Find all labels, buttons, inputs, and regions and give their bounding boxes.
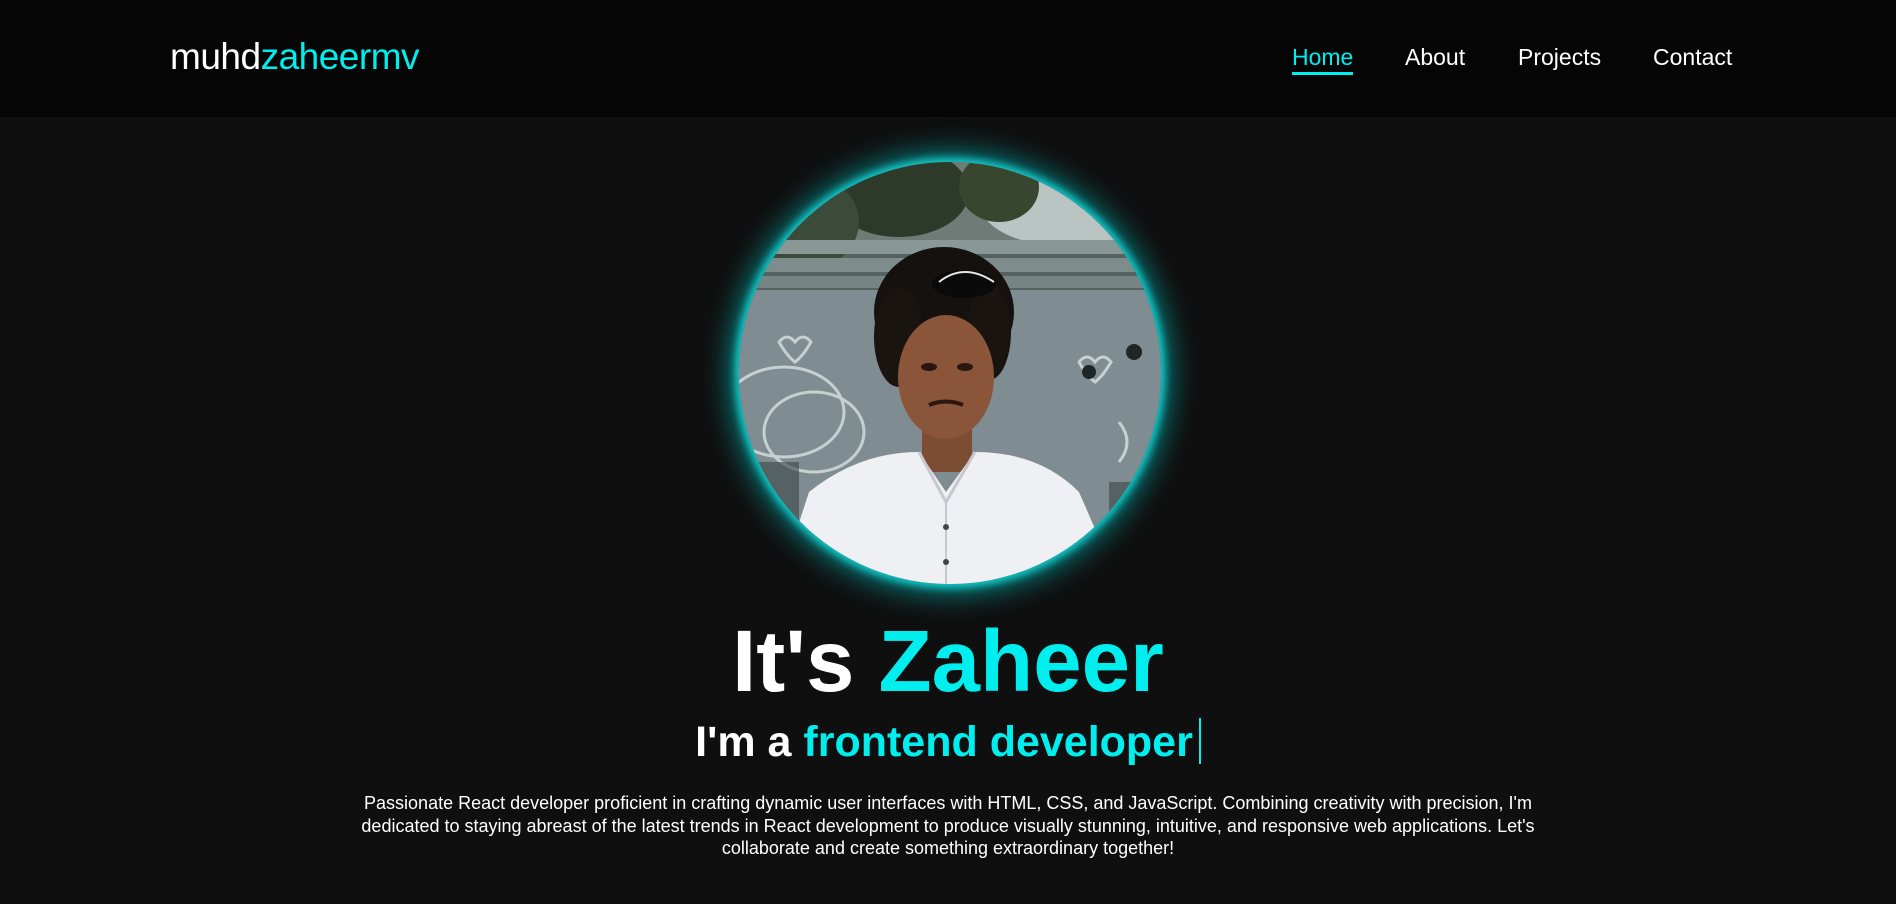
nav-projects[interactable]: Projects bbox=[1518, 43, 1601, 71]
profile-avatar bbox=[739, 162, 1161, 584]
main-nav: Home About Projects Contact bbox=[0, 43, 1896, 77]
nav-about[interactable]: About bbox=[1405, 43, 1465, 71]
nav-home[interactable]: Home bbox=[1292, 43, 1354, 75]
hero-description: Passionate React developer proficient in… bbox=[361, 793, 1535, 858]
site-header: muhdzaheermv Home About Projects Contact bbox=[0, 0, 1896, 117]
typing-cursor bbox=[1198, 718, 1201, 764]
hero-subtitle-prefix: I'm a bbox=[695, 718, 792, 766]
hero-subtitle-role: frontend developer bbox=[803, 718, 1193, 766]
profile-photo bbox=[739, 162, 1161, 584]
hero-title: It's Zaheer bbox=[0, 612, 1896, 712]
nav-contact[interactable]: Contact bbox=[1653, 43, 1732, 71]
hero-title-prefix: It's bbox=[732, 613, 855, 710]
hero-subtitle: I'm a frontend developer bbox=[0, 716, 1896, 768]
hero-title-name: Zaheer bbox=[878, 613, 1164, 710]
